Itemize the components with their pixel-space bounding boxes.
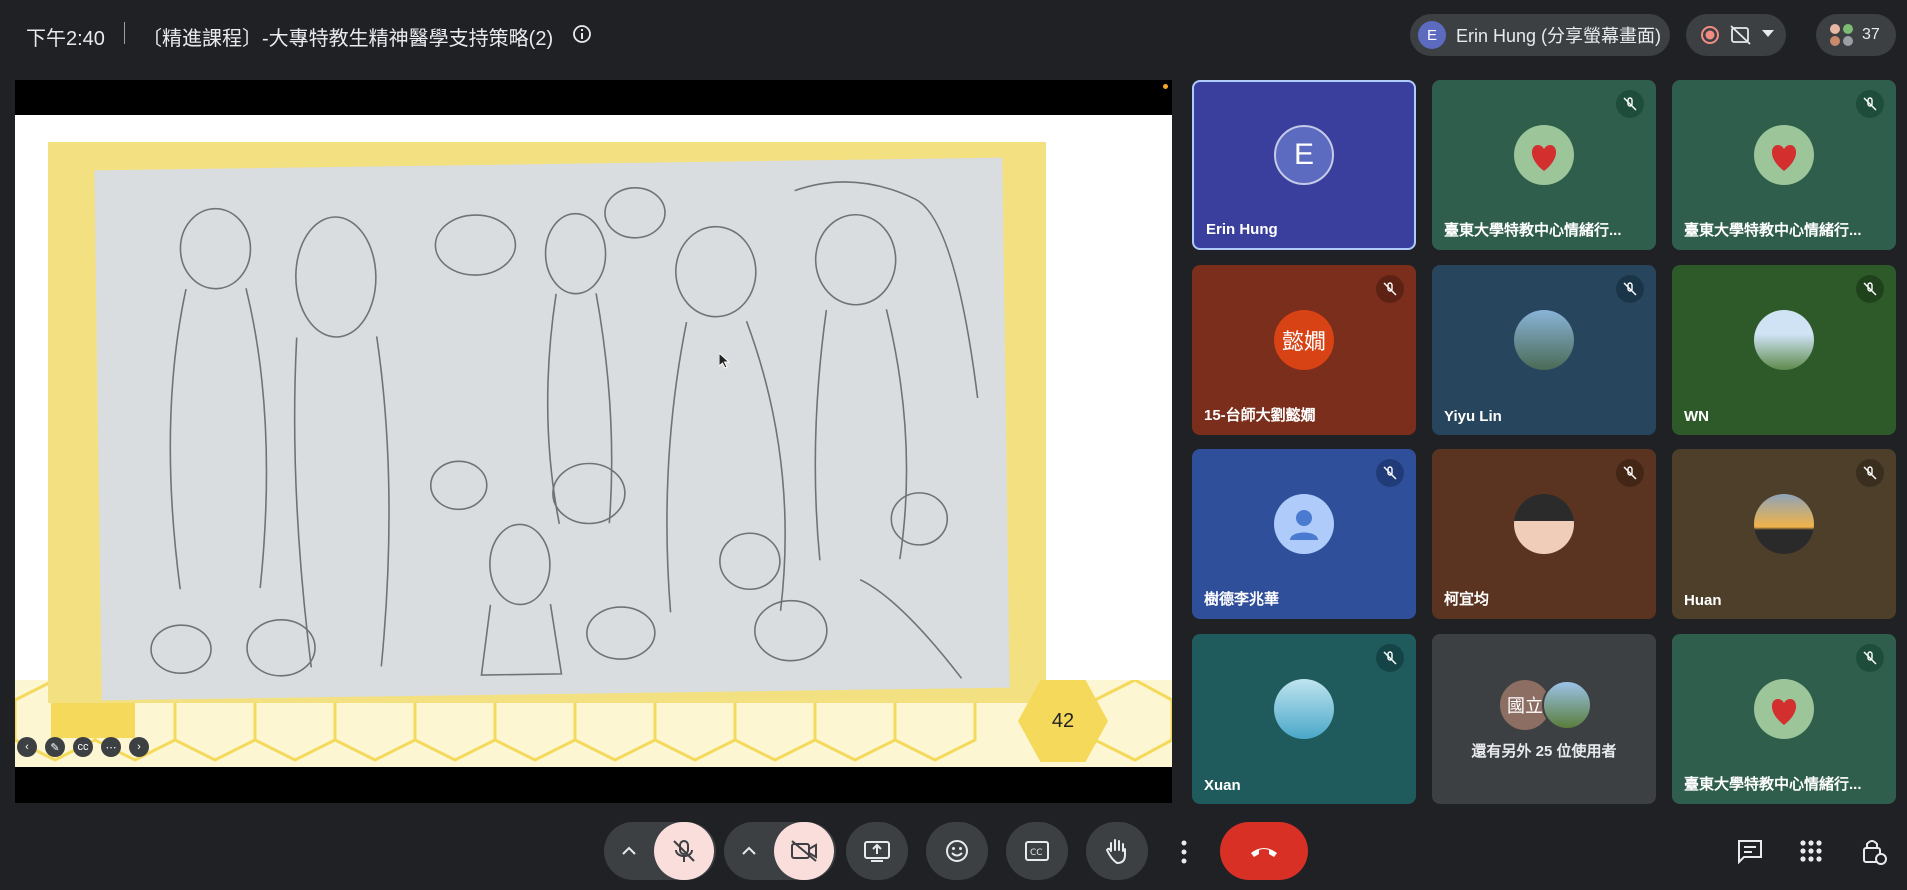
more-slide-options-icon[interactable]: ⋯ [101,737,121,757]
participant-name: 柯宜均 [1444,591,1490,608]
more-participants-label: 還有另外 25 位使用者 [1471,743,1617,760]
mic-muted-icon [1856,90,1884,118]
captions-icon: CC [1025,841,1049,861]
captions-button[interactable]: CC [1006,822,1068,880]
avatar [1754,310,1814,370]
transcript-off-icon [1730,25,1751,45]
current-time: 下午2:40 [26,28,105,50]
participant-name: WN [1684,408,1709,425]
avatar [1514,494,1574,554]
slide-photo [48,142,1046,703]
record-icon [1701,26,1719,44]
pen-icon[interactable]: ✎ [45,737,65,757]
host-controls-icon [1863,840,1887,865]
participant-tile[interactable]: 臺東大學特教中心情緒行... [1432,80,1656,250]
more-options-button[interactable] [1172,838,1196,866]
title-divider [124,22,125,44]
next-slide-icon[interactable]: › [129,737,149,757]
participant-tile[interactable]: 臺東大學特教中心情緒行... [1672,80,1896,250]
mic-muted-icon [1376,459,1404,487]
mic-toggle-button[interactable] [654,822,714,880]
presenting-indicator [1163,84,1168,89]
host-controls-button[interactable] [1858,836,1888,866]
mic-muted-icon [1616,459,1644,487]
participant-tile[interactable]: 懿嫺 15-台師大劉懿嫺 [1192,265,1416,435]
info-icon[interactable] [572,24,592,44]
participant-tile[interactable]: Yiyu Lin [1432,265,1656,435]
mic-muted-icon [1856,459,1884,487]
participants-button[interactable]: 37 [1816,14,1896,56]
avatar [1274,494,1334,554]
participant-name: Huan [1684,592,1722,609]
participant-tile[interactable]: WN [1672,265,1896,435]
avatar [1514,125,1574,185]
avatar [1542,680,1592,730]
participant-tile[interactable]: Huan [1672,449,1896,619]
mic-muted-icon [1376,275,1404,303]
participant-name: Xuan [1204,777,1241,794]
participant-name: 樹德李兆華 [1204,591,1280,608]
participant-count: 37 [1862,26,1880,43]
chat-button[interactable] [1736,838,1766,866]
top-bar: 下午2:40 〔精進課程〕-大專特教生精神醫學支持策略(2) E Erin Hu… [0,0,1907,68]
present-screen-icon [864,841,890,862]
more-options-icon [1181,840,1187,864]
avatar: 懿嫺 [1274,310,1334,370]
raise-hand-icon [1105,839,1126,865]
activities-button[interactable] [1798,838,1824,864]
avatar [1754,494,1814,554]
meeting-title: 〔精進課程〕-大專特教生精神醫學支持策略(2) [142,28,554,50]
end-call-button[interactable] [1220,822,1308,880]
participant-name: 臺東大學特教中心情緒行... [1444,222,1622,239]
shared-slide: 42 ‹ ✎ cc ⋯ › [15,115,1172,767]
mic-muted-icon [1856,644,1884,672]
participant-tile[interactable]: E Erin Hung [1192,80,1416,250]
mic-muted-icon [1616,275,1644,303]
mic-muted-icon [1616,90,1644,118]
chevron-up-icon[interactable] [742,846,756,856]
participant-tile[interactable]: Xuan [1192,634,1416,804]
presenter-avatar: E [1418,21,1446,49]
chat-icon [1738,840,1762,865]
participant-tile[interactable]: 柯宜均 [1432,449,1656,619]
raise-hand-button[interactable] [1086,822,1148,880]
prev-slide-icon[interactable]: ‹ [17,737,37,757]
presentation-stage: 42 ‹ ✎ cc ⋯ › [15,80,1172,803]
presenter-label: Erin Hung (分享螢幕畫面) [1456,26,1662,46]
avatar [1754,125,1814,185]
participant-tile[interactable]: 臺東大學特教中心情緒行... [1672,634,1896,804]
more-participants-tile[interactable]: 國立 還有另外 25 位使用者 [1432,634,1656,804]
mic-muted-icon [1856,275,1884,303]
participant-name: 臺東大學特教中心情緒行... [1684,776,1862,793]
mic-off-icon [673,840,695,862]
participant-tile[interactable]: 樹德李兆華 [1192,449,1416,619]
recording-chip[interactable] [1686,14,1786,56]
present-screen-button[interactable] [846,822,908,880]
camera-off-icon [791,840,817,862]
participant-name: Erin Hung [1206,221,1278,238]
slide-controls: ‹ ✎ cc ⋯ › [17,737,149,757]
avatar [1514,310,1574,370]
participants-icon [1830,24,1853,46]
mic-muted-icon [1376,644,1404,672]
emoji-icon [946,840,968,862]
end-call-icon [1251,848,1277,857]
camera-toggle-button[interactable] [774,822,834,880]
avatar [1754,679,1814,739]
apps-icon [1800,840,1822,862]
emoji-reaction-button[interactable] [926,822,988,880]
svg-text:CC: CC [1030,848,1043,858]
chevron-up-icon[interactable] [622,846,636,856]
avatar [1274,679,1334,739]
mouse-cursor-icon [719,353,731,369]
participant-name: Yiyu Lin [1444,408,1502,425]
participant-name: 臺東大學特教中心情緒行... [1684,222,1862,239]
presenter-chip[interactable]: E Erin Hung (分享螢幕畫面) [1410,14,1670,56]
avatar: E [1274,125,1334,185]
chevron-down-icon [1762,30,1774,37]
participant-name: 15-台師大劉懿嫺 [1204,407,1316,424]
cc-icon[interactable]: cc [73,737,93,757]
pencil-drawing [94,157,1010,701]
